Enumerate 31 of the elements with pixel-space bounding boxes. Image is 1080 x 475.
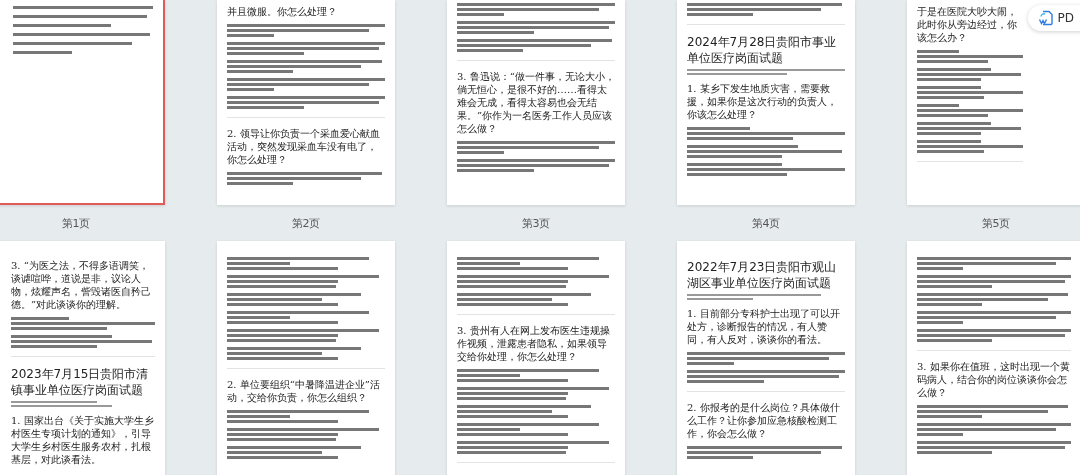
question-text: 3. 如果你在值班，这时出现一个黄码病人，结合你的岗位谈谈你会怎么做？ xyxy=(917,360,1071,399)
page-number-label: 第5页 xyxy=(981,215,1011,231)
section-title: 2022年7月23日贵阳市观山湖区事业单位医疗岗面试题 xyxy=(687,259,838,291)
question-text: 1. 某乡下发生地质灾害，需要救援，如果你是这次行动的负责人，你该怎么处理？ xyxy=(687,82,838,121)
page-number-label: 第4页 xyxy=(751,215,781,231)
question-text: 3. 鲁迅说：“做一件事，无论大小，倘无恒心，是很不好的……看得太难会无成，看得太容易也会无结果。”你作为一名医务工作人员应该怎么做？ xyxy=(457,70,615,135)
question-text: 1. 国家出台《关于实施大学生乡村医生专项计划的通知》，引导大学生乡村医生服务农村，扎根基层，对此谈看法。 xyxy=(11,414,155,466)
section-title: 2024年7月28日贵阳市事业单位医疗岗面试题 xyxy=(687,34,838,66)
page-number-label: 第1页 xyxy=(61,215,91,231)
question-text: 并且微服。你怎么处理？ xyxy=(227,5,338,18)
question-text: 2. 你报考的是什么岗位？具体做什么工作？让你参加应急核酸检测工作，你会怎么做？ xyxy=(687,401,841,440)
document-page[interactable]: 3. 贵州有人在网上发布医生违规操作视频，泄露患者隐私，如果领导交给你处理，你怎么处理？ xyxy=(447,241,625,475)
question-text: 1. 目前部分专科护士出现了可以开处方，诊断报告的情况，有人赞同，有人反对，谈谈你的看法。 xyxy=(687,307,841,346)
document-convert-icon xyxy=(1037,10,1054,26)
section-title: 2023年7月15日贵阳市清镇事业单位医疗岗面试题 xyxy=(11,366,150,398)
page-number-label: 第2页 xyxy=(291,215,321,231)
pdf-button[interactable]: PD xyxy=(1027,5,1080,31)
document-page[interactable]: 3. 如果你在值班，这时出现一个黄码病人，结合你的岗位谈谈你会怎么做？ xyxy=(907,241,1080,475)
document-page[interactable]: 2. 单位要组织“中暑降温进企业”活动，交给你负责，你怎么组织？ xyxy=(217,241,395,475)
document-page[interactable]: 并且微服。你怎么处理？ 2. 领导让你负责一个采血爱心献血活动，突然发现采血车没有电了，你怎么处理？ xyxy=(217,0,395,205)
question-text: 3. 贵州有人在网上发布医生违规操作视频，泄露患者隐私，如果领导交给你处理，你怎么处理？ xyxy=(457,324,611,363)
document-page[interactable]: 3. “为医之法，不得多语调笑，谈谑喧哗，道说是非，议论人物，炫耀声名，訾毁诸医自矜己德。”对此谈谈你的理解。 2023年7月15日贵阳市清镇事业单位医疗岗面试题 1. 国家出台《关于实施大学生乡村医生专项计划的通知》，引导大学生乡村医生服务农村，扎根基层，对此谈看法。 xyxy=(0,241,165,475)
page-number-label: 第3页 xyxy=(521,215,551,231)
document-page[interactable] xyxy=(0,0,165,205)
question-text: 于是在医院大吵大闹，此时你从旁边经过，你该怎么办？ xyxy=(917,5,1018,44)
question-text: 3. “为医之法，不得多语调笑，谈谑喧哗，道说是非，议论人物，炫耀声名，訾毁诸医自矜己德。”对此谈谈你的理解。 xyxy=(11,259,152,311)
document-page[interactable]: 2022年7月23日贵阳市观山湖区事业单位医疗岗面试题 1. 目前部分专科护士出现了可以开处方，诊断报告的情况，有人赞同，有人反对，谈谈你的看法。 2. 你报考的是什么岗位？具体做什么工作？让你参加应急核酸检测工作，你会怎么做？ xyxy=(677,241,855,475)
document-page[interactable]: 3. 鲁迅说：“做一件事，无论大小，倘无恒心，是很不好的……看得太难会无成，看得太容易也会无结果。”你作为一名医务工作人员应该怎么做？ xyxy=(447,0,625,205)
document-page[interactable]: 2024年7月28日贵阳市事业单位医疗岗面试题 1. 某乡下发生地质灾害，需要救援，如果你是这次行动的负责人，你该怎么处理？ xyxy=(677,0,855,205)
question-text: 2. 领导让你负责一个采血爱心献血活动，突然发现采血车没有电了，你怎么处理？ xyxy=(227,127,381,166)
question-text: 2. 单位要组织“中暑降温进企业”活动，交给你负责，你怎么组织？ xyxy=(227,378,381,404)
